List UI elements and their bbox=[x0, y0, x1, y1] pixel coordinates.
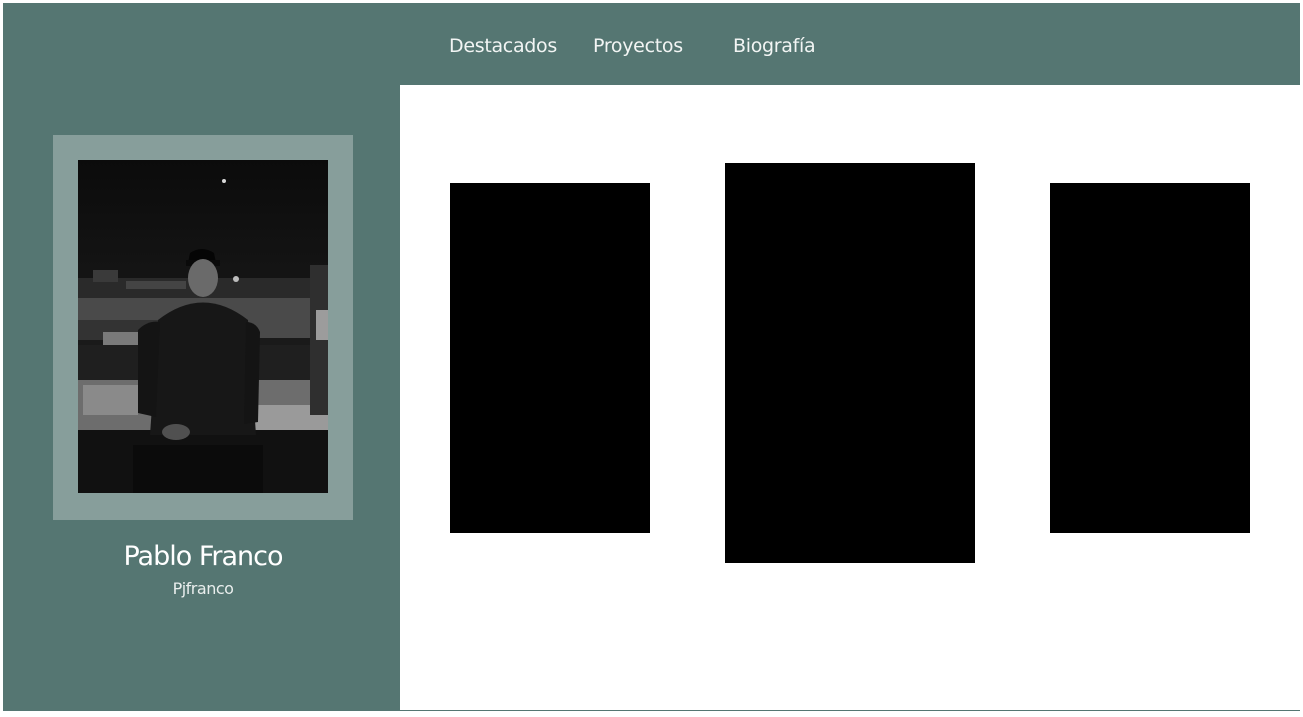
gallery-card[interactable] bbox=[1050, 183, 1250, 533]
page-background: Destacados Proyectos Biografía Pablo Fra… bbox=[0, 0, 1303, 714]
profile-photo-frame bbox=[53, 135, 353, 520]
profile-sidebar: Pablo Franco Pjfranco bbox=[3, 85, 400, 717]
featured-gallery-panel bbox=[400, 85, 1300, 710]
gallery-card[interactable] bbox=[725, 163, 975, 563]
profile-handle: Pjfranco bbox=[172, 579, 234, 598]
profile-photo bbox=[78, 160, 328, 493]
gallery-card[interactable] bbox=[450, 183, 650, 533]
nav-link-biografia[interactable]: Biografía bbox=[733, 35, 816, 57]
profile-name: Pablo Franco bbox=[123, 541, 283, 572]
nav-link-destacados[interactable]: Destacados bbox=[449, 35, 557, 57]
top-navigation: Destacados Proyectos Biografía bbox=[3, 31, 1303, 67]
nav-link-proyectos[interactable]: Proyectos bbox=[593, 35, 683, 57]
